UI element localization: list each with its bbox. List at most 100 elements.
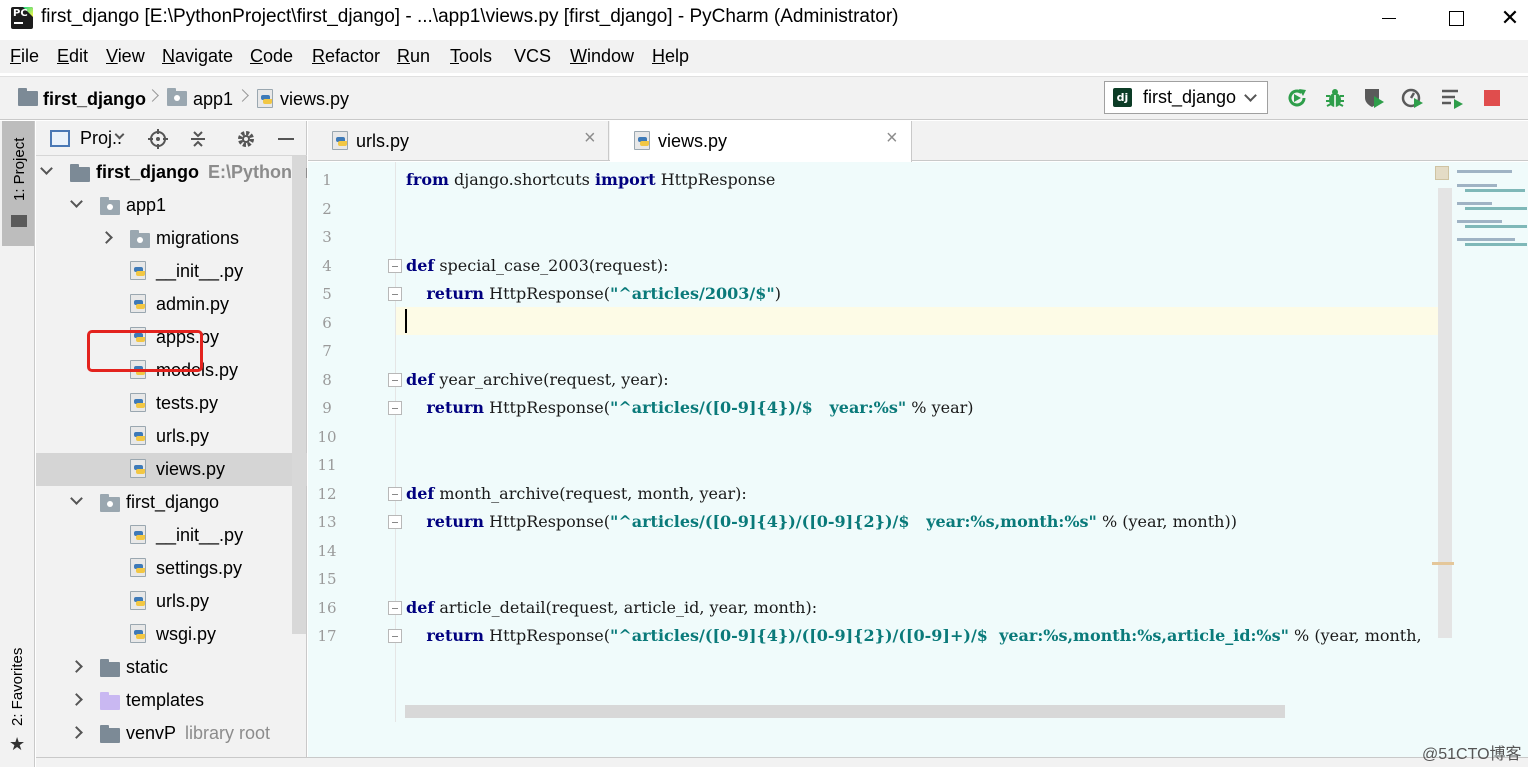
minimize-button[interactable] xyxy=(1362,0,1416,36)
code-line: def year_archive(request, year): xyxy=(406,369,669,389)
line-number: 13 xyxy=(317,513,337,531)
editor-vertical-scrollbar[interactable] xyxy=(1438,188,1452,638)
chevron-right-icon[interactable] xyxy=(100,231,113,244)
tab-urls-py[interactable]: urls.py × xyxy=(308,121,609,161)
python-file-icon xyxy=(257,89,273,108)
tree-item[interactable]: first_djangoE:\PythonPro xyxy=(36,156,307,189)
tree-item[interactable]: settings.py xyxy=(36,552,307,585)
menu-item[interactable]: Tools xyxy=(450,46,492,67)
tree-item[interactable]: app1 xyxy=(36,189,307,222)
tree-item[interactable]: urls.py xyxy=(36,585,307,618)
fold-toggle-icon[interactable] xyxy=(388,258,402,273)
tree-item[interactable]: first_django xyxy=(36,486,307,519)
editor-horizontal-scrollbar[interactable] xyxy=(405,705,1285,718)
python-file-icon xyxy=(130,294,146,313)
project-view-selector[interactable]: Proj.. xyxy=(80,128,122,149)
fold-end-icon[interactable] xyxy=(388,287,402,301)
tree-item[interactable]: tests.py xyxy=(36,387,307,420)
tree-item[interactable]: migrations xyxy=(36,222,307,255)
run-configuration-select[interactable]: dj first_django xyxy=(1104,81,1268,114)
menu-item[interactable]: Refactor xyxy=(312,46,380,67)
menu-item[interactable]: File xyxy=(10,46,39,67)
tree-item-label: settings.py xyxy=(156,558,243,578)
tab-views-py[interactable]: views.py × xyxy=(610,121,912,162)
tree-item-label: admin.py xyxy=(156,294,230,314)
tree-item-hint: library root xyxy=(185,723,271,743)
chevron-right-icon[interactable] xyxy=(70,726,83,739)
code-line: def special_case_2003(request): xyxy=(406,255,669,275)
tree-item[interactable]: __init__.py xyxy=(36,519,307,552)
collapse-all-icon[interactable] xyxy=(188,129,208,149)
tree-item[interactable]: wsgi.py xyxy=(36,618,307,651)
menu-item[interactable]: Navigate xyxy=(162,46,233,67)
menu-item[interactable]: View xyxy=(106,46,145,67)
package-icon xyxy=(100,494,120,512)
rerun-icon[interactable] xyxy=(1285,86,1309,110)
debug-icon[interactable] xyxy=(1323,86,1347,110)
tab-label: urls.py xyxy=(356,131,410,151)
code-line: def month_archive(request, month, year): xyxy=(406,483,747,503)
close-tab-icon[interactable]: × xyxy=(886,127,898,150)
fold-toggle-icon[interactable] xyxy=(388,372,402,387)
menu-item[interactable]: Edit xyxy=(57,46,88,67)
fold-end-icon[interactable] xyxy=(388,515,402,529)
fold-toggle-icon[interactable] xyxy=(388,600,402,615)
code-line: def article_detail(request, article_id, … xyxy=(406,597,818,617)
python-file-icon xyxy=(130,558,146,577)
fold-end-icon[interactable] xyxy=(388,401,402,415)
locate-file-icon[interactable] xyxy=(148,129,168,149)
chevron-down-icon[interactable] xyxy=(40,162,53,175)
chevron-right-icon[interactable] xyxy=(70,660,83,673)
menu-item[interactable]: Code xyxy=(250,46,293,67)
python-file-icon xyxy=(130,426,146,445)
fold-toggle-icon[interactable] xyxy=(388,486,402,501)
hide-panel-icon[interactable] xyxy=(276,129,296,149)
package-icon xyxy=(100,197,120,215)
tree-item[interactable]: venvP library root xyxy=(36,717,307,750)
project-tool-window-tab[interactable]: 1: Project xyxy=(2,121,34,246)
menu-item[interactable]: Window xyxy=(570,46,634,67)
chevron-down-icon[interactable] xyxy=(70,195,83,208)
package-icon xyxy=(130,230,150,248)
inspection-status-icon[interactable] xyxy=(1435,166,1449,180)
line-number: 16 xyxy=(317,598,337,617)
stop-icon[interactable] xyxy=(1480,86,1504,110)
line-number: 1 xyxy=(322,171,332,189)
tree-item[interactable]: __init__.py xyxy=(36,255,307,288)
tree-item[interactable]: admin.py xyxy=(36,288,307,321)
concurrency-icon[interactable] xyxy=(1440,86,1464,110)
code-editor[interactable]: 1 2 3 4 5 6 7 8 9 10 11 12 13 14 15 16 17 from django.sh… xyxy=(308,162,1528,767)
breadcrumb-project[interactable]: first_django xyxy=(43,89,146,110)
breadcrumb-app1[interactable]: app1 xyxy=(193,89,233,110)
code-minimap[interactable] xyxy=(1453,162,1528,282)
tree-item-label: templates xyxy=(126,690,205,710)
annotation-highlight-box xyxy=(87,330,203,372)
tree-item[interactable]: views.py xyxy=(36,453,307,486)
line-number: 10 xyxy=(317,427,337,446)
tree-item[interactable]: static xyxy=(36,651,307,684)
line-number: 6 xyxy=(322,313,332,332)
chevron-right-icon[interactable] xyxy=(70,693,83,706)
close-tab-icon[interactable]: × xyxy=(584,127,596,150)
chevron-down-icon xyxy=(1244,89,1257,102)
profile-icon[interactable] xyxy=(1400,86,1424,110)
close-window-button[interactable]: ✕ xyxy=(1483,0,1528,36)
menu-item[interactable]: Run xyxy=(397,46,430,67)
maximize-button[interactable] xyxy=(1429,0,1483,36)
package-folder-icon xyxy=(167,88,187,106)
menu-item[interactable]: VCS xyxy=(514,46,551,67)
gear-icon[interactable] xyxy=(236,129,256,149)
tree-item-label: __init__.py xyxy=(156,261,244,281)
pycharm-logo-icon: PC xyxy=(11,7,33,29)
tree-item[interactable]: urls.py xyxy=(36,420,307,453)
tree-scrollbar[interactable] xyxy=(292,156,306,634)
python-file-icon xyxy=(130,459,146,478)
caret-position-marker xyxy=(1432,562,1454,565)
coverage-icon[interactable] xyxy=(1362,86,1386,110)
tree-item[interactable]: templates xyxy=(36,684,307,717)
django-icon: dj xyxy=(1113,88,1132,107)
breadcrumb-file[interactable]: views.py xyxy=(280,89,349,110)
fold-end-icon[interactable] xyxy=(388,629,402,643)
chevron-down-icon[interactable] xyxy=(70,492,83,505)
menu-item[interactable]: Help xyxy=(652,46,689,67)
